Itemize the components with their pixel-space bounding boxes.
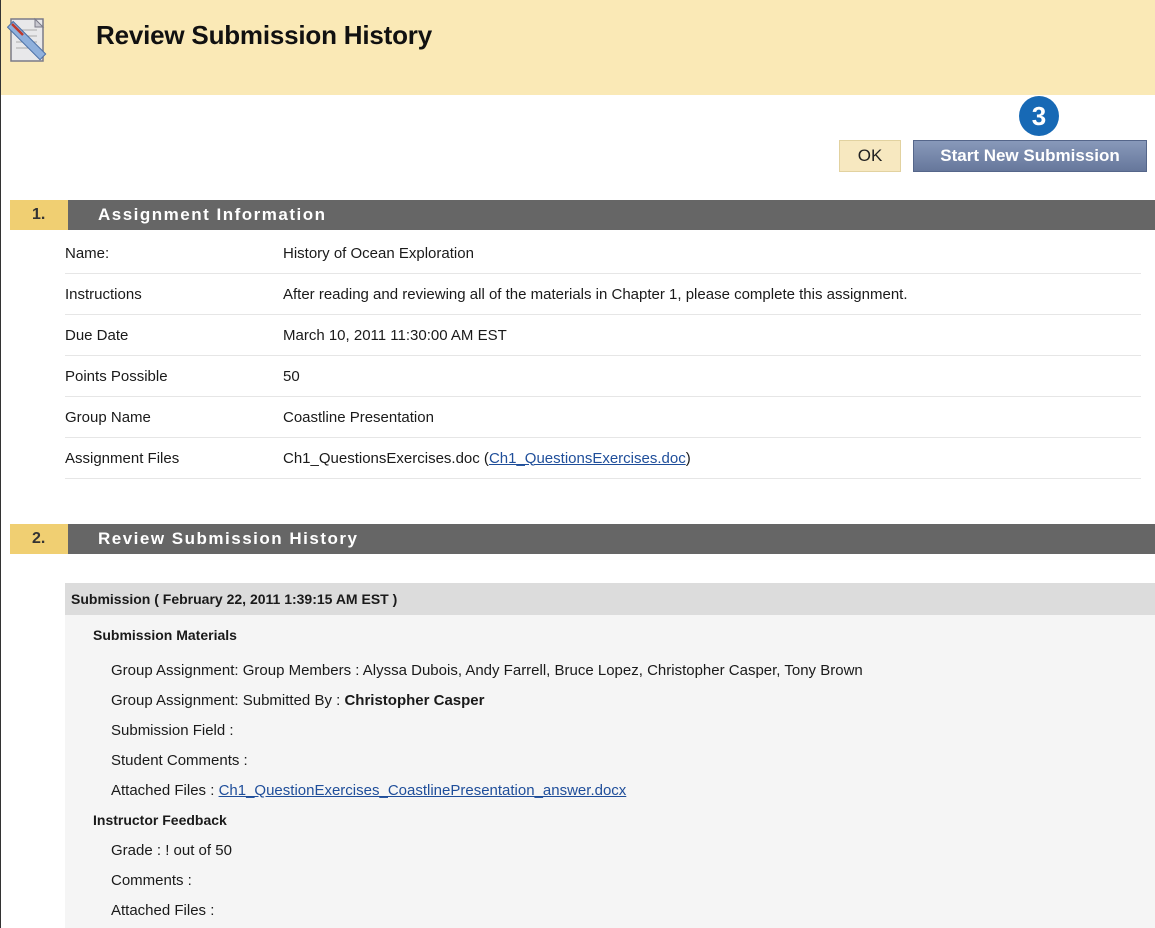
- start-new-submission-button[interactable]: Start New Submission: [913, 140, 1147, 172]
- section-number: 2.: [10, 524, 68, 554]
- feedback-attached-files: Attached Files :: [111, 902, 215, 919]
- feedback-comments: Comments :: [111, 872, 192, 889]
- info-value: History of Ocean Exploration: [283, 244, 474, 262]
- info-row-points-possible: Points Possible 50: [65, 356, 1141, 397]
- instructor-feedback-heading: Instructor Feedback: [93, 812, 227, 828]
- assignment-ruler-icon: [7, 17, 47, 62]
- info-row-group-name: Group Name Coastline Presentation: [65, 397, 1141, 438]
- file-suffix: ): [685, 449, 691, 467]
- section-number: 1.: [10, 200, 68, 230]
- step-badge: 3: [1019, 96, 1059, 136]
- group-members-value: Alyssa Dubois, Andy Farrell, Bruce Lopez…: [362, 662, 863, 679]
- ok-button[interactable]: OK: [839, 140, 901, 172]
- submitted-by-value: Christopher Casper: [344, 692, 485, 709]
- info-value: Ch1_QuestionsExercises.doc (Ch1_Question…: [283, 450, 691, 467]
- info-value: After reading and reviewing all of the m…: [283, 285, 908, 303]
- info-row-due-date: Due Date March 10, 2011 11:30:00 AM EST: [65, 315, 1141, 356]
- info-value: 50: [283, 367, 300, 385]
- group-members-line: Group Assignment: Group Members : Alyssa…: [111, 662, 863, 679]
- info-value: Coastline Presentation: [283, 408, 434, 426]
- submission-heading: Submission ( February 22, 2011 1:39:15 A…: [65, 583, 1155, 615]
- submission-field: Submission Field :: [111, 722, 234, 739]
- info-label: Assignment Files: [65, 449, 180, 467]
- submitted-by-line: Group Assignment: Submitted By : Christo…: [111, 692, 485, 709]
- section-title: Assignment Information: [98, 205, 327, 224]
- info-row-instructions: Instructions After reading and reviewing…: [65, 274, 1141, 315]
- page-title: Review Submission History: [96, 20, 432, 50]
- section-assignment-information: 1. Assignment Information: [10, 200, 1155, 230]
- page-header: Review Submission History: [1, 0, 1155, 95]
- submission-materials-heading: Submission Materials: [93, 627, 237, 643]
- section-review-submission-history: 2. Review Submission History: [10, 524, 1155, 554]
- attached-file-link[interactable]: Ch1_QuestionExercises_CoastlinePresentat…: [219, 782, 627, 799]
- info-label: Points Possible: [65, 367, 168, 385]
- info-row-assignment-files: Assignment Files Ch1_QuestionsExercises.…: [65, 438, 1141, 479]
- attached-files-label: Attached Files :: [111, 782, 219, 799]
- section-title: Review Submission History: [98, 529, 359, 548]
- info-value: March 10, 2011 11:30:00 AM EST: [283, 326, 507, 344]
- group-members-label: Group Assignment: Group Members :: [111, 662, 363, 679]
- assignment-file-link[interactable]: Ch1_QuestionsExercises.doc: [489, 450, 686, 467]
- info-label: Due Date: [65, 326, 129, 344]
- attached-files-line: Attached Files : Ch1_QuestionExercises_C…: [111, 782, 626, 799]
- page: Review Submission History 3 OK Start New…: [0, 0, 1155, 928]
- info-label: Instructions: [65, 285, 142, 303]
- info-row-name: Name: History of Ocean Exploration: [65, 233, 1141, 274]
- submitted-by-label: Group Assignment: Submitted By :: [111, 692, 345, 709]
- info-label: Name:: [65, 244, 110, 262]
- info-label: Group Name: [65, 408, 151, 426]
- grade: Grade : ! out of 50: [111, 842, 232, 859]
- file-name: Ch1_QuestionsExercises.doc (: [283, 449, 489, 467]
- submission-body: Submission Materials Group Assignment: G…: [65, 615, 1155, 928]
- student-comments: Student Comments :: [111, 752, 248, 769]
